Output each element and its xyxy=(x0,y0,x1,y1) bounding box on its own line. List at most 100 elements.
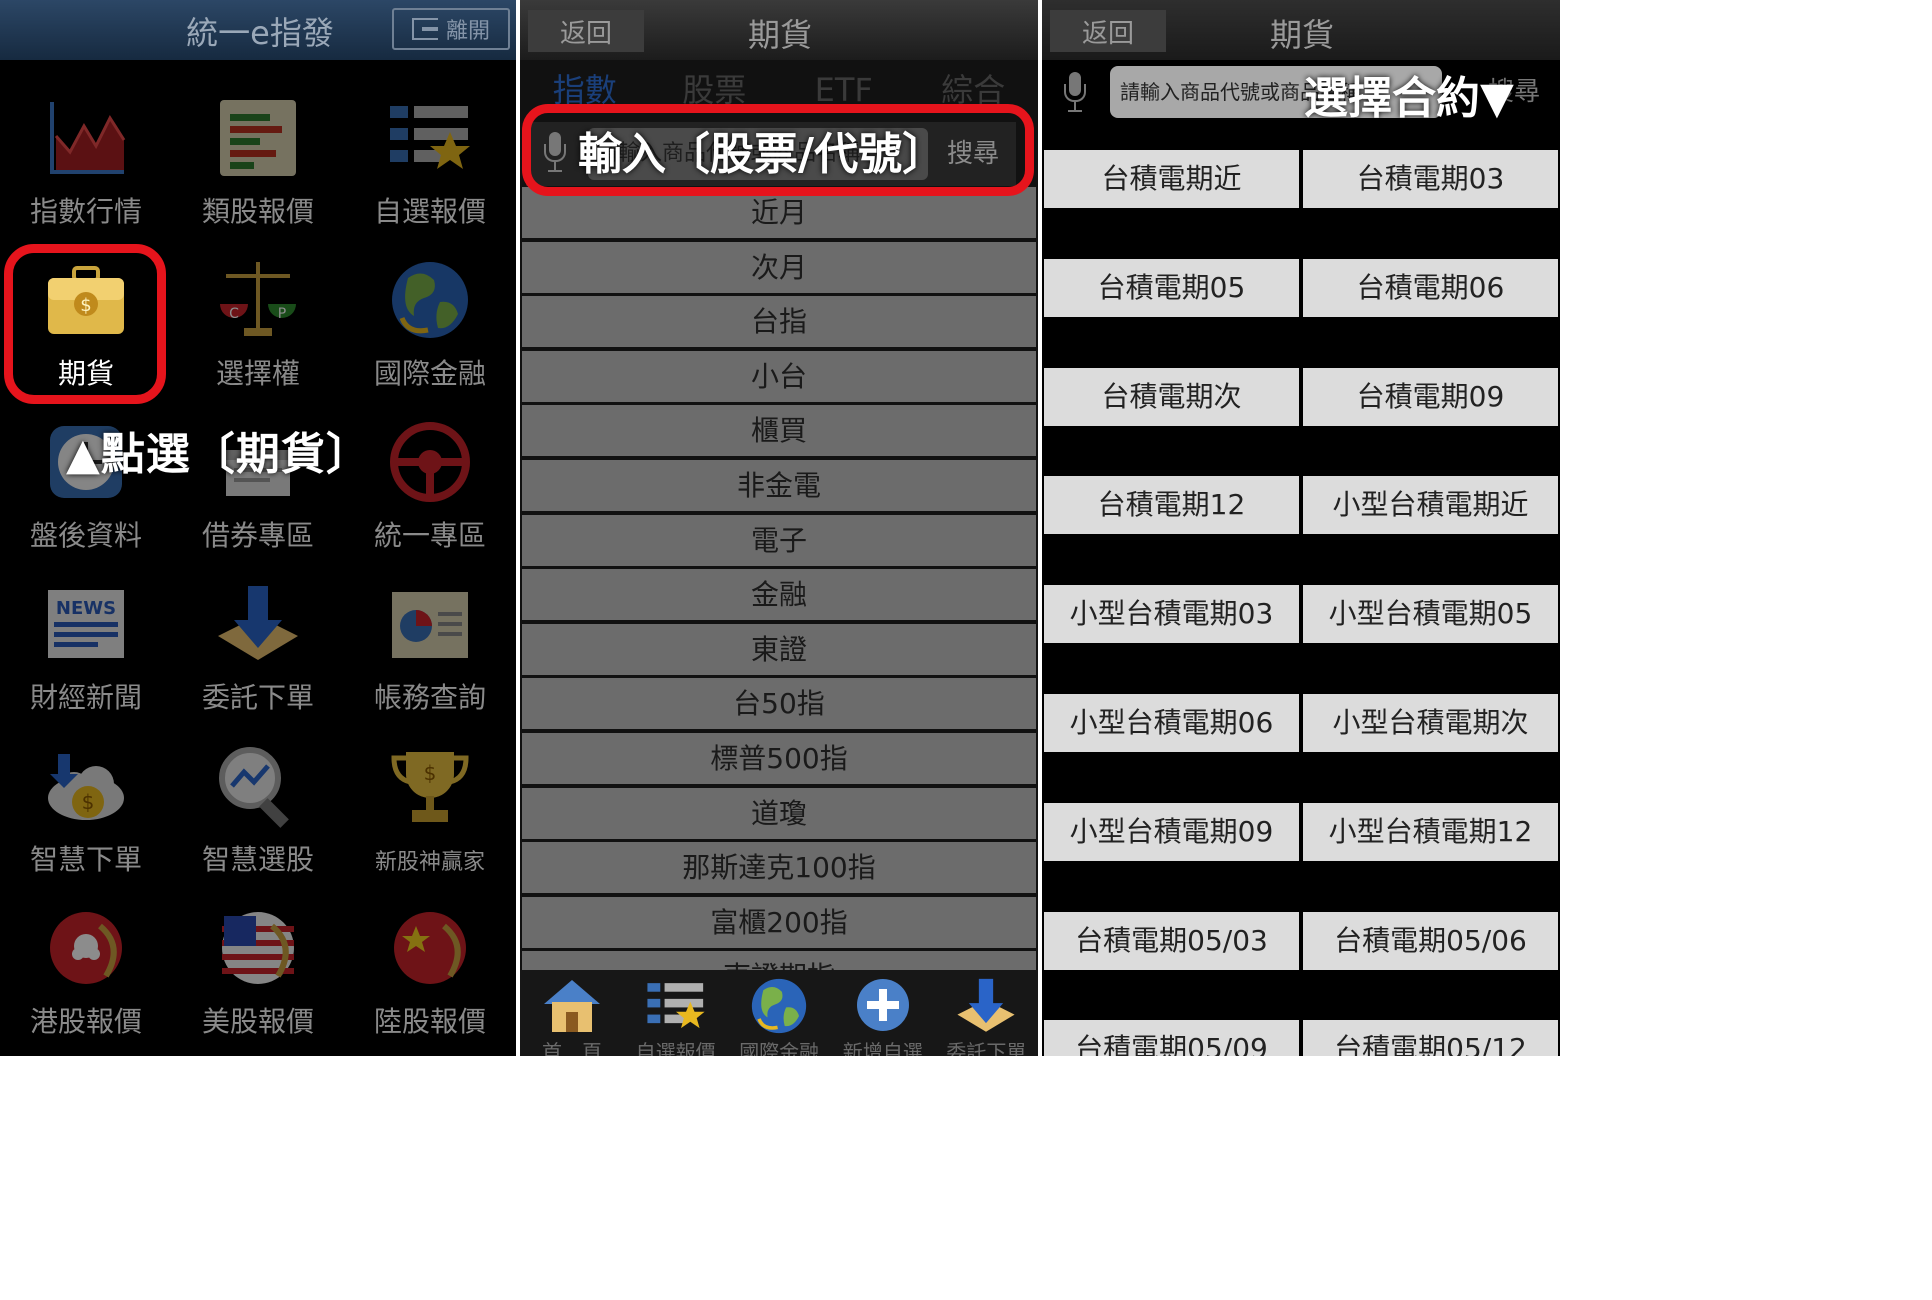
nav-item-label: 國際金融 xyxy=(739,1040,820,1056)
menu-item[interactable]: 港股報價 xyxy=(0,896,172,1056)
nav-item-label: 委託下單 xyxy=(946,1040,1027,1056)
menu-item[interactable]: $ 智慧下單 xyxy=(0,734,172,896)
steering-wheel-icon xyxy=(388,420,472,504)
highlight-frame-futures xyxy=(4,244,166,404)
nav-item-label: 首 頁 xyxy=(542,1040,602,1056)
contract-button[interactable]: 台積電期05/09 xyxy=(1044,1020,1299,1056)
nav-item[interactable]: 新增自選 xyxy=(831,970,935,1056)
contract-button[interactable]: 台積電期05 xyxy=(1044,258,1299,317)
menu-item-label: 委託下單 xyxy=(201,681,314,714)
contract-button[interactable]: 台積電期09 xyxy=(1303,367,1558,426)
svg-text:P: P xyxy=(278,306,286,322)
menu-item-label: 美股報價 xyxy=(201,1005,314,1038)
menu-item[interactable]: 委託下單 xyxy=(172,572,344,734)
main-menu-screen: 統一e指發 離開 指數行情 類股報價 自選報價 $ 期貨 C P 選擇權 國際金融 盤後資料 借券專… xyxy=(0,0,516,1056)
exit-icon xyxy=(411,18,438,40)
contract-button[interactable]: 小型台積電期12 xyxy=(1303,802,1558,861)
contract-button[interactable]: 小型台積電期05 xyxy=(1303,585,1558,644)
contract-button[interactable]: 台積電期05/06 xyxy=(1303,911,1558,970)
list-item[interactable]: 台50指 xyxy=(522,678,1036,734)
menu-item[interactable]: 類股報價 xyxy=(172,86,344,248)
nav-item-label: 新增自選 xyxy=(842,1040,923,1056)
contract-button[interactable]: 小型台積電期03 xyxy=(1044,585,1299,644)
menu-item[interactable]: 美股報價 xyxy=(172,896,344,1056)
list-item[interactable]: 櫃買 xyxy=(522,405,1036,461)
list-item[interactable]: 次月 xyxy=(522,241,1036,297)
menu-item-label: 類股報價 xyxy=(201,195,314,228)
list-item[interactable]: 那斯達克100指 xyxy=(522,842,1036,898)
nav-item[interactable]: 首 頁 xyxy=(520,970,624,1056)
download-arrow-icon xyxy=(216,582,300,666)
svg-text:NEWS: NEWS xyxy=(56,598,116,619)
nav-item-label: 自選報價 xyxy=(635,1040,716,1056)
plus-circle-icon xyxy=(853,976,913,1034)
home-icon xyxy=(542,976,602,1034)
screenshot-composite: 統一e指發 離開 指數行情 類股報價 自選報價 $ 期貨 C P 選擇權 國際金融 盤後資料 借券專… xyxy=(0,0,1560,1056)
menu-item[interactable]: 國際金融 xyxy=(344,248,516,410)
menu-item-label: 自選報價 xyxy=(373,195,486,228)
cn-flag-globe-icon xyxy=(388,906,472,990)
contract-button[interactable]: 台積電期06 xyxy=(1303,258,1558,317)
menu-item-label: 選擇權 xyxy=(215,357,300,390)
svg-text:C: C xyxy=(229,306,239,322)
app-header: 統一e指發 離開 xyxy=(0,0,516,60)
leave-button[interactable]: 離開 xyxy=(392,8,510,50)
menu-item-label: 智慧下單 xyxy=(29,843,142,876)
globe-icon xyxy=(388,258,472,342)
list-item[interactable]: 電子 xyxy=(522,514,1036,570)
menu-item-label: 港股報價 xyxy=(29,1005,142,1038)
menu-item-label: 國際金融 xyxy=(373,357,486,390)
star-list-icon xyxy=(646,976,706,1034)
menu-item[interactable]: 陸股報價 xyxy=(344,896,516,1056)
us-flag-globe-icon xyxy=(216,906,300,990)
list-item[interactable]: 小台 xyxy=(522,350,1036,406)
futures-contract-screen: 返回 期貨 請輸入商品代號或商品名稱 搜尋 選擇合約▼ 台積電期近 台積電期03 台… xyxy=(1042,0,1560,1056)
contract-button[interactable]: 台積電期05/12 xyxy=(1303,1020,1558,1056)
trophy-icon: $ xyxy=(388,744,472,828)
list-item[interactable]: 標普500指 xyxy=(522,733,1036,788)
contract-button[interactable]: 小型台積電期06 xyxy=(1044,694,1299,752)
list-item[interactable]: 金融 xyxy=(522,569,1036,625)
contract-button[interactable]: 小型台積電期次 xyxy=(1303,694,1558,752)
list-item[interactable]: 道瓊 xyxy=(522,787,1036,843)
menu-item[interactable]: C P 選擇權 xyxy=(172,248,344,410)
nav-item[interactable]: 國際金融 xyxy=(727,970,831,1056)
list-item[interactable]: 台指 xyxy=(522,296,1036,352)
menu-item[interactable]: 智慧選股 xyxy=(172,734,344,896)
menu-item[interactable]: 指數行情 xyxy=(0,86,172,248)
nav-item[interactable]: 委託下單 xyxy=(934,970,1038,1056)
menu-item-label: 財經新聞 xyxy=(29,681,142,714)
report-icon xyxy=(388,582,472,666)
menu-item-label: 借券專區 xyxy=(201,519,314,552)
menu-item-label: 新股神贏家 xyxy=(374,850,485,875)
leave-label: 離開 xyxy=(445,19,490,44)
microphone-icon[interactable] xyxy=(1064,72,1086,116)
contract-button[interactable]: 台積電期次 xyxy=(1044,367,1299,426)
screen-title: 期貨 xyxy=(747,16,812,54)
contract-button[interactable]: 小型台積電期近 xyxy=(1303,476,1558,535)
nav-item[interactable]: 自選報價 xyxy=(624,970,728,1056)
menu-item[interactable]: $ 新股神贏家 xyxy=(344,734,516,896)
menu-item[interactable]: 自選報價 xyxy=(344,86,516,248)
download-arrow-icon xyxy=(956,976,1016,1034)
menu-item-label: 盤後資料 xyxy=(29,519,142,552)
globe-icon xyxy=(749,976,809,1034)
list-item[interactable]: 富櫃200指 xyxy=(522,896,1036,952)
contract-button[interactable]: 台積電期05/03 xyxy=(1044,911,1299,970)
contract-button[interactable]: 台積電期03 xyxy=(1303,150,1558,208)
back-button[interactable]: 返回 xyxy=(528,10,644,52)
menu-item-label: 陸股報價 xyxy=(373,1005,486,1038)
annotation-enter-stock: 輸入〔股票/代號〕 xyxy=(578,129,947,180)
contract-button[interactable]: 小型台積電期09 xyxy=(1044,802,1299,861)
menu-item[interactable]: NEWS 財經新聞 xyxy=(0,572,172,734)
svg-text:$: $ xyxy=(82,790,95,814)
back-button[interactable]: 返回 xyxy=(1050,10,1166,52)
magnifier-chart-icon xyxy=(216,744,300,828)
scale-icon: CP xyxy=(216,258,300,342)
contract-button[interactable]: 台積電期12 xyxy=(1044,476,1299,535)
list-item[interactable]: 非金電 xyxy=(522,460,1036,515)
list-item[interactable]: 東證 xyxy=(522,623,1036,679)
contract-button[interactable]: 台積電期近 xyxy=(1044,150,1299,208)
menu-item[interactable]: 帳務查詢 xyxy=(344,572,516,734)
hk-flag-globe-icon xyxy=(44,906,128,990)
